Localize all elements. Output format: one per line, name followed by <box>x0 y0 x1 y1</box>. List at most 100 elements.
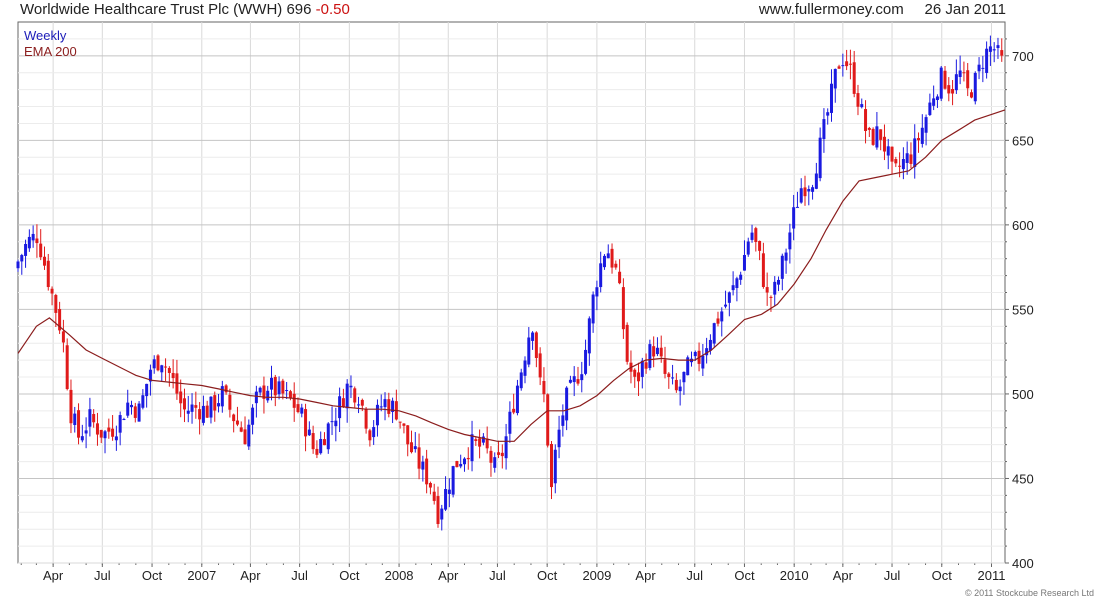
candle-body <box>251 407 255 425</box>
candle-body <box>958 70 962 78</box>
x-tick-label: 2011 <box>978 568 1006 583</box>
candle-body <box>300 407 304 414</box>
candle-body <box>829 83 833 113</box>
candle-body <box>538 353 542 378</box>
legend-weekly: Weekly <box>24 28 67 43</box>
candle-body <box>322 439 326 446</box>
candle-body <box>928 102 932 115</box>
candle-body <box>194 405 198 408</box>
candle-body <box>954 74 958 91</box>
candle-body <box>122 419 126 421</box>
candle-body <box>739 274 743 280</box>
candle-body <box>595 287 599 297</box>
candle-body <box>27 236 31 249</box>
x-tick-label: Oct <box>932 568 953 583</box>
candle-body <box>103 431 107 439</box>
candle-body <box>508 411 512 434</box>
candle-body <box>977 64 981 72</box>
candle-body <box>107 427 111 432</box>
candle-body <box>164 366 168 368</box>
candle-body <box>478 438 482 447</box>
candle-body <box>375 404 379 426</box>
candle-body <box>92 414 96 423</box>
candle-body <box>811 187 815 192</box>
candle-body <box>655 347 659 355</box>
candle-body <box>879 129 883 140</box>
candle-body <box>531 332 535 341</box>
candle-body <box>735 278 739 289</box>
candle-body <box>580 374 584 381</box>
candle-body <box>985 48 989 73</box>
candle-body <box>939 67 943 99</box>
candle-body <box>130 404 134 408</box>
candle-body <box>996 45 1000 49</box>
candle-body <box>485 438 489 449</box>
candle-body <box>80 436 84 441</box>
candle-body <box>383 399 387 408</box>
candle-body <box>701 355 705 369</box>
candle-body <box>652 346 656 357</box>
x-tick-label: Jul <box>489 568 506 583</box>
candle-body <box>882 136 886 152</box>
x-tick-label: Oct <box>339 568 360 583</box>
candle-body <box>962 72 966 74</box>
x-tick-label: Jul <box>884 568 901 583</box>
candle-body <box>296 404 300 413</box>
candle-body <box>546 394 550 446</box>
candle-body <box>845 61 849 67</box>
candle-body <box>77 410 81 438</box>
candle-body <box>901 159 905 170</box>
x-tick-label: Apr <box>438 568 459 583</box>
candle-body <box>875 126 879 148</box>
candle-body <box>54 295 58 313</box>
candle-body <box>769 296 773 298</box>
candle-body <box>459 463 463 467</box>
candle-body <box>565 387 569 421</box>
candle-body <box>731 285 735 291</box>
candle-body <box>576 379 580 384</box>
candle-body <box>871 128 875 145</box>
candle-body <box>152 359 156 369</box>
candle-body <box>610 248 614 268</box>
candle-body <box>406 425 410 445</box>
candle-body <box>587 318 591 354</box>
candle-body <box>118 415 122 433</box>
candle-body <box>947 85 951 94</box>
x-tick-label: Apr <box>833 568 854 583</box>
candle-body <box>398 421 402 423</box>
candle-body <box>599 263 603 288</box>
candle-body <box>232 414 236 422</box>
candle-body <box>909 154 913 164</box>
candle-body <box>500 452 504 457</box>
candle-body <box>969 92 973 98</box>
candle-body <box>288 391 292 399</box>
candle-body <box>727 292 731 303</box>
candle-body <box>678 386 682 392</box>
candle-body <box>803 187 807 197</box>
candle-body <box>319 438 323 454</box>
candle-body <box>273 376 277 396</box>
candle-body <box>572 376 576 383</box>
candle-body <box>201 405 205 423</box>
candle-body <box>421 461 425 470</box>
candle-body <box>606 253 610 259</box>
candle-body <box>425 458 429 485</box>
candle-body <box>799 188 803 203</box>
candle-body <box>387 399 391 414</box>
candle-body <box>557 429 561 448</box>
candle-body <box>228 394 232 410</box>
candle-body <box>602 255 606 268</box>
candle-body <box>341 398 345 408</box>
candle-body <box>542 381 546 395</box>
candle-body <box>973 72 977 102</box>
x-tick-label: Oct <box>537 568 558 583</box>
candle-body <box>372 427 376 438</box>
candle-body <box>39 243 43 258</box>
candle-body <box>792 207 796 229</box>
x-tick-label: 2007 <box>187 568 216 583</box>
candle-body <box>981 67 985 69</box>
candle-body <box>750 232 754 240</box>
candle-body <box>353 388 357 403</box>
candle-body <box>674 379 678 391</box>
candle-body <box>920 127 924 144</box>
